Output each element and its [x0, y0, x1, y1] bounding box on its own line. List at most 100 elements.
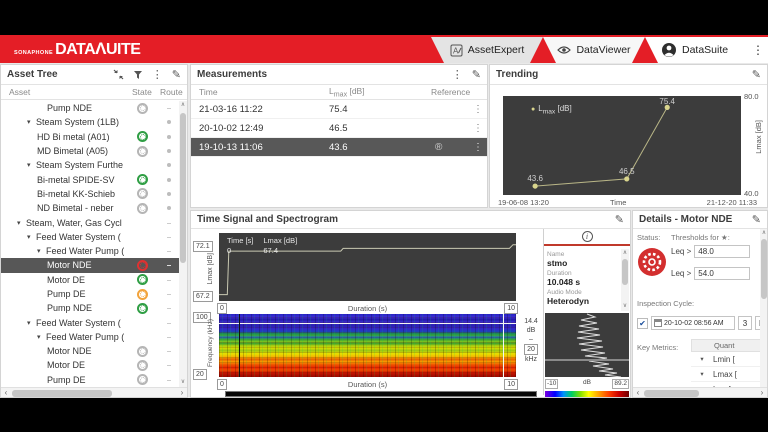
- collapse-tree-icon[interactable]: [113, 69, 124, 80]
- metric-dropdown-icon[interactable]: ▾: [691, 355, 713, 363]
- expand-caret-icon[interactable]: ▾: [37, 247, 46, 255]
- tab-dataviewer[interactable]: DataViewer: [543, 37, 645, 63]
- threshold-alarm-input[interactable]: [694, 267, 750, 280]
- panel-menu-icon[interactable]: ⋮: [452, 68, 463, 81]
- tree-row[interactable]: ▾ MD Bimetal (A05): [1, 144, 179, 158]
- scrollbar-thumb[interactable]: [180, 113, 186, 263]
- metric-row[interactable]: ▾ Lmax [: [691, 367, 763, 382]
- overlay-time-label: Time [s]: [227, 236, 253, 245]
- row-menu-icon[interactable]: ⋮: [473, 104, 483, 115]
- tree-row[interactable]: ▾ Pump NDE: [1, 101, 179, 115]
- tree-row[interactable]: ▾ ND Bimetal - neber: [1, 201, 179, 215]
- tree-row[interactable]: ▾ Bi-metal SPIDE-SV: [1, 172, 179, 186]
- scrollbar-thumb[interactable]: [622, 259, 628, 285]
- info-scrollbar[interactable]: ∧ ∨: [621, 249, 629, 311]
- scroll-right-icon[interactable]: ›: [177, 388, 187, 398]
- info-field: Name stmo: [547, 251, 621, 268]
- asset-label: Feed Water Pump (: [46, 246, 124, 256]
- scrollbar-thumb[interactable]: [12, 390, 112, 397]
- tab-assetexpert[interactable]: A AssetExpert: [431, 37, 543, 63]
- panel-title: Time Signal and Spectrogram: [197, 214, 338, 225]
- measurement-time: 20-10-02 12:49: [199, 123, 263, 134]
- tree-row[interactable]: ▾ Steam System Furthe: [1, 158, 179, 172]
- details-horizontal-scrollbar[interactable]: ‹ ›: [633, 387, 767, 397]
- tree-row[interactable]: ▾ Motor NDE: [1, 344, 179, 358]
- tree-row[interactable]: ▾ Feed Water Pump (: [1, 244, 179, 258]
- measurement-row[interactable]: 21-03-16 11:22 75.4 ⋮: [191, 100, 487, 119]
- scroll-up-icon[interactable]: ∧: [621, 249, 629, 258]
- scroll-down-icon[interactable]: ∨: [621, 302, 629, 311]
- svg-text:75.4: 75.4: [659, 97, 675, 106]
- tree-row[interactable]: ▾ Pump DE: [1, 287, 179, 301]
- colorbar-unit: dB: [583, 379, 591, 386]
- state-bearing-icon: [137, 203, 148, 214]
- scrollbar-thumb[interactable]: [761, 239, 767, 299]
- details-vertical-scrollbar[interactable]: ∧: [760, 229, 767, 387]
- expand-caret-icon[interactable]: ▾: [27, 118, 36, 126]
- tree-row[interactable]: ▾ Pump NDE: [1, 301, 179, 315]
- inspection-date-field[interactable]: 20-10-02 08:56 AM: [651, 316, 735, 330]
- spectrogram-plot[interactable]: [219, 314, 516, 377]
- tree-row[interactable]: ▾ Steam, Water, Gas Cycl: [1, 215, 179, 229]
- scroll-down-icon[interactable]: ∨: [179, 378, 187, 387]
- panel-menu-icon[interactable]: ⋮: [152, 68, 163, 81]
- status-bearing-icon[interactable]: [637, 247, 667, 277]
- time-cursor-line[interactable]: [503, 314, 504, 377]
- tree-vertical-scrollbar[interactable]: ∧ ∨: [179, 101, 187, 387]
- expand-caret-icon[interactable]: ▾: [27, 161, 36, 169]
- col-lmax: Lmax [dB]: [329, 86, 365, 99]
- edit-panel-icon[interactable]: ✎: [752, 213, 761, 226]
- tree-horizontal-scrollbar[interactable]: ‹ ›: [1, 387, 187, 397]
- scroll-left-icon[interactable]: ‹: [1, 388, 11, 398]
- tab-datasuite[interactable]: DataSuite ⋮: [645, 37, 768, 63]
- expand-caret-icon[interactable]: ▾: [27, 233, 36, 241]
- expand-caret-icon[interactable]: ▾: [17, 219, 26, 227]
- status-label: Status:: [637, 233, 660, 242]
- tree-row[interactable]: ▾ HD Bi metal (A01): [1, 130, 179, 144]
- tree-row[interactable]: ▾ Pump DE: [1, 373, 179, 387]
- tree-row[interactable]: ▾ Feed Water Pump (: [1, 330, 179, 344]
- frequency-cursor-line[interactable]: [219, 323, 516, 324]
- metric-row[interactable]: ▾ Lmin [: [691, 352, 763, 367]
- measurements-panel: Measurements ⋮ ✎ Time Lmax [dB] Referenc…: [190, 64, 488, 208]
- tree-row[interactable]: ▾ Motor DE: [1, 273, 179, 287]
- edit-panel-icon[interactable]: ✎: [472, 68, 481, 81]
- tree-row[interactable]: ▾ Bi-metal KK-Schieb: [1, 187, 179, 201]
- playback-bar[interactable]: [225, 391, 537, 397]
- asset-tree-panel: Asset Tree ⋮ ✎ Asset State Route: [0, 64, 188, 398]
- scroll-right-icon[interactable]: ›: [757, 388, 767, 398]
- tree-row[interactable]: ▾ Motor DE: [1, 358, 179, 372]
- threshold-row-warning: Leq >: [671, 244, 750, 259]
- scrollbar-thumb[interactable]: [644, 390, 699, 397]
- edit-panel-icon[interactable]: ✎: [752, 68, 761, 81]
- filter-icon[interactable]: [133, 70, 143, 80]
- scroll-up-icon[interactable]: ∧: [179, 101, 187, 110]
- app-tabs: A AssetExpert DataViewer: [431, 37, 768, 63]
- edit-panel-icon[interactable]: ✎: [615, 213, 624, 226]
- overlay-time-value: 0: [227, 246, 253, 255]
- overflow-menu-icon[interactable]: ⋮: [752, 43, 762, 57]
- metric-dropdown-icon[interactable]: ▾: [691, 370, 713, 378]
- time-signal-plot[interactable]: Time [s] Lmax [dB] 0 67.4: [219, 233, 516, 301]
- info-header: i: [544, 229, 630, 246]
- threshold-warning-input[interactable]: [694, 245, 750, 258]
- trending-plot[interactable]: ●Lmax [dB] 43.646.575.4: [503, 96, 741, 195]
- scroll-left-icon[interactable]: ‹: [633, 388, 643, 398]
- scroll-up-icon[interactable]: ∧: [760, 229, 768, 238]
- tree-row[interactable]: ▾ Motor NDE: [1, 258, 179, 272]
- measurement-row[interactable]: 19-10-13 11:06 43.6 ® ⋮: [191, 138, 487, 157]
- route-marker: [167, 192, 171, 196]
- measurement-row[interactable]: 20-10-02 12:49 46.5 ⋮: [191, 119, 487, 138]
- expand-caret-icon[interactable]: ▾: [27, 319, 36, 327]
- cursor-db-unit: dB: [520, 326, 542, 335]
- tree-row[interactable]: ▾ Feed Water System (: [1, 315, 179, 329]
- tree-row[interactable]: ▾ Steam System (1LB): [1, 115, 179, 129]
- tree-row[interactable]: ▾ Feed Water System (: [1, 230, 179, 244]
- inspection-checkbox[interactable]: ✔: [637, 318, 648, 329]
- expand-caret-icon[interactable]: ▾: [37, 333, 46, 341]
- row-menu-icon[interactable]: ⋮: [473, 123, 483, 134]
- row-menu-icon[interactable]: ⋮: [473, 142, 483, 153]
- edit-panel-icon[interactable]: ✎: [172, 68, 181, 81]
- interval-input[interactable]: [738, 316, 752, 330]
- metrics-column-header: Quant: [691, 339, 763, 352]
